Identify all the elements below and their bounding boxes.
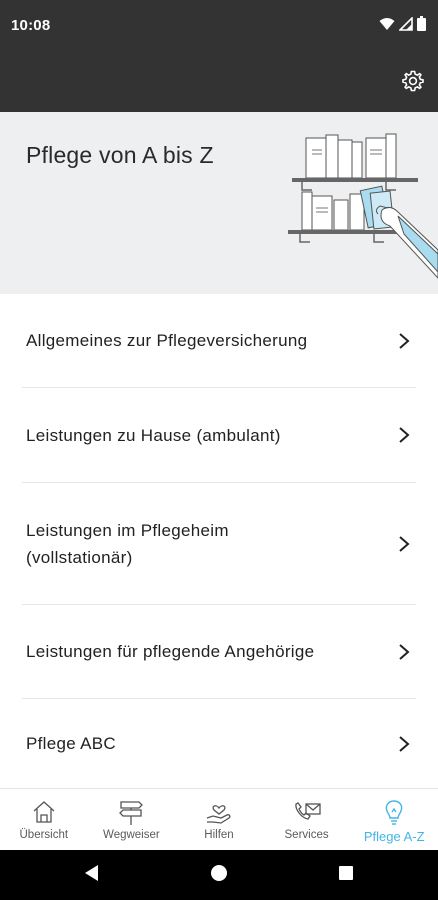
gear-icon: [401, 69, 425, 98]
list-item-label: Leistungen für pflegende Angehörige: [26, 642, 315, 661]
chevron-right-icon: [396, 331, 412, 351]
home-button[interactable]: [209, 864, 229, 887]
battery-icon: [417, 16, 426, 36]
list-item-pflege-abc[interactable]: Pflege ABC: [22, 699, 416, 788]
list-item-pflegeversicherung[interactable]: Allgemeines zur Pflegeversicherung: [22, 294, 416, 388]
recents-button[interactable]: [336, 865, 356, 885]
topic-list: Allgemeines zur Pflegeversicherung Leist…: [0, 294, 438, 788]
recents-square-icon: [338, 865, 354, 886]
list-item-vollstationaer[interactable]: Leistungen im Pflegeheim (vollstationär): [22, 483, 416, 605]
signpost-icon: [116, 797, 146, 827]
back-triangle-icon: [84, 864, 100, 887]
status-bar: 10:08: [0, 0, 438, 54]
nav-item-uebersicht[interactable]: Übersicht: [0, 789, 88, 850]
nav-item-services[interactable]: Services: [263, 789, 351, 850]
system-navigation-bar: [0, 850, 438, 900]
bottom-navigation: Übersicht Wegweiser Hilfen Services Pfle…: [0, 788, 438, 850]
signal-icon: [398, 15, 413, 36]
nav-label: Pflege A-Z: [363, 829, 425, 844]
list-item-ambulant[interactable]: Leistungen zu Hause (ambulant): [22, 388, 416, 483]
page-title: Pflege von A bis Z: [26, 142, 214, 168]
list-item-label: Pflege ABC: [26, 734, 116, 753]
nav-label: Services: [284, 829, 329, 841]
home-circle-icon: [210, 864, 228, 887]
nav-label: Übersicht: [19, 829, 69, 841]
list-item-angehoerige[interactable]: Leistungen für pflegende Angehörige: [22, 605, 416, 699]
page-header: Pflege von A bis Z: [0, 112, 438, 294]
nav-item-wegweiser[interactable]: Wegweiser: [88, 789, 176, 850]
settings-button[interactable]: [398, 68, 428, 98]
nav-label: Wegweiser: [103, 829, 160, 841]
lightbulb-icon: [379, 797, 409, 827]
status-icons: [379, 15, 426, 36]
back-button[interactable]: [82, 864, 102, 887]
bookshelf-illustration: [278, 130, 438, 294]
wifi-icon: [379, 17, 395, 36]
list-item-label: Leistungen zu Hause (ambulant): [26, 425, 281, 445]
chevron-right-icon: [396, 534, 412, 554]
nav-item-pflege-a-z[interactable]: Pflege A-Z: [350, 789, 438, 850]
hand-heart-icon: [204, 797, 234, 827]
nav-item-hilfen[interactable]: Hilfen: [175, 789, 263, 850]
app-bar: [0, 54, 438, 112]
phone-mail-icon: [292, 797, 322, 827]
status-time: 10:08: [11, 17, 51, 34]
list-item-label: Leistungen im Pflegeheim (vollstationär): [26, 520, 229, 567]
chevron-right-icon: [396, 642, 412, 662]
chevron-right-icon: [396, 425, 412, 445]
nav-label: Hilfen: [204, 829, 234, 841]
chevron-right-icon: [396, 734, 412, 754]
house-icon: [29, 797, 59, 827]
list-item-label: Allgemeines zur Pflegeversicherung: [26, 331, 308, 350]
